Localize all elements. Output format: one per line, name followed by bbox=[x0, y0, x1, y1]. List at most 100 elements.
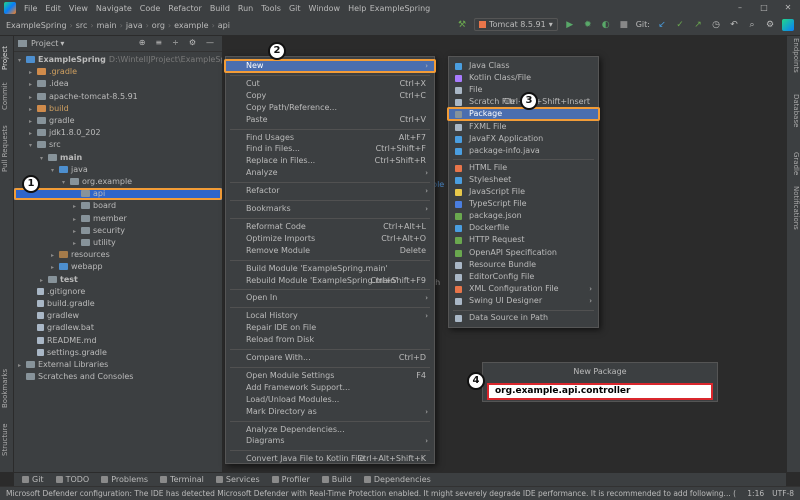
chevron-down-icon[interactable]: ▾ bbox=[29, 140, 37, 152]
tree-item[interactable]: ▸ gradle bbox=[14, 115, 222, 127]
status-message[interactable]: Microsoft Defender configuration: The ID… bbox=[6, 489, 736, 498]
menu-view[interactable]: View bbox=[65, 4, 92, 13]
menu-refactor[interactable]: Refactor bbox=[164, 4, 206, 13]
tool-tab-project[interactable]: Project bbox=[1, 46, 9, 70]
debug-icon[interactable]: ✹ bbox=[582, 19, 594, 31]
tool-window-problems[interactable]: Problems bbox=[101, 475, 148, 484]
menu-item-convert-java-file-to-kotlin-file[interactable]: Convert Java File to Kotlin File Ctrl+Alt… bbox=[226, 453, 434, 465]
menu-item-dockerfile[interactable]: Dockerfile bbox=[449, 222, 598, 234]
gear-icon[interactable]: ⚙ bbox=[189, 38, 196, 47]
stop-icon[interactable]: ■ bbox=[618, 19, 630, 31]
chevron-right-icon[interactable]: ▸ bbox=[29, 92, 37, 104]
menu-item-optimize-imports[interactable]: Optimize Imports Ctrl+Alt+O bbox=[226, 233, 434, 245]
menu-item-html-file[interactable]: HTML File bbox=[449, 162, 598, 174]
menu-item-fxml-file[interactable]: FXML File bbox=[449, 121, 598, 133]
settings-icon[interactable]: ⚙ bbox=[764, 19, 776, 31]
menu-item-stylesheet[interactable]: Stylesheet bbox=[449, 174, 598, 186]
tree-item[interactable]: ▾ org.example bbox=[14, 176, 222, 188]
chevron-right-icon[interactable]: ▸ bbox=[73, 226, 81, 238]
breadcrumb-item[interactable]: java bbox=[124, 21, 145, 30]
tree-item[interactable]: ▸ security bbox=[14, 225, 222, 237]
menu-edit[interactable]: Edit bbox=[41, 4, 65, 13]
chevron-right-icon[interactable]: ▸ bbox=[40, 275, 48, 287]
chevron-down-icon[interactable]: ▾ bbox=[40, 153, 48, 165]
tree-item[interactable]: ▾ src bbox=[14, 139, 222, 151]
tree-item[interactable]: settings.gradle bbox=[14, 347, 222, 359]
chevron-right-icon[interactable]: ▸ bbox=[29, 104, 37, 116]
chevron-down-icon[interactable]: ▾ bbox=[18, 55, 26, 67]
menu-item-local-history[interactable]: Local History › bbox=[226, 310, 434, 322]
menu-item-bookmarks[interactable]: Bookmarks › bbox=[226, 203, 434, 215]
menu-item-refactor[interactable]: Refactor › bbox=[226, 185, 434, 197]
menu-item-reformat-code[interactable]: Reformat Code Ctrl+Alt+L bbox=[226, 221, 434, 233]
breadcrumb-item[interactable]: org bbox=[150, 21, 167, 30]
tree-item[interactable]: ▸ utility bbox=[14, 237, 222, 249]
jetbrains-toolbox-icon[interactable] bbox=[782, 18, 794, 31]
tree-item[interactable]: ▸ test bbox=[14, 274, 222, 286]
tree-item[interactable]: ▾ ExampleSpring D:\WinteIIJProject\Example… bbox=[14, 54, 241, 67]
menu-item-replace-in-files[interactable]: Replace in Files... Ctrl+Shift+R bbox=[226, 155, 434, 167]
menu-item-analyze-dependencies[interactable]: Analyze Dependencies... bbox=[226, 424, 434, 436]
menu-item-reload-from-disk[interactable]: Reload from Disk bbox=[226, 334, 434, 346]
menu-window[interactable]: Window bbox=[305, 4, 345, 13]
chevron-right-icon[interactable]: ▸ bbox=[29, 116, 37, 128]
locate-icon[interactable]: ⊕ bbox=[139, 38, 146, 47]
tree-item[interactable]: ▸ member bbox=[14, 213, 222, 225]
tree-item[interactable]: gradlew.bat bbox=[14, 322, 222, 334]
tool-tab-structure[interactable]: Structure bbox=[1, 423, 9, 456]
tool-tab-notifications[interactable]: Notifications bbox=[792, 186, 800, 230]
tool-window-services[interactable]: Services bbox=[215, 475, 260, 484]
breadcrumb-item[interactable]: src bbox=[74, 21, 90, 30]
coverage-icon[interactable]: ◐ bbox=[600, 19, 612, 31]
tree-item[interactable]: ▸ apache-tomcat-8.5.91 bbox=[14, 91, 222, 103]
menu-item-package-json[interactable]: package.json bbox=[449, 210, 598, 222]
expand-all-icon[interactable]: ≡ bbox=[155, 38, 162, 47]
menu-item-mark-directory-as[interactable]: Mark Directory as › bbox=[226, 406, 434, 418]
menu-build[interactable]: Build bbox=[206, 4, 234, 13]
tool-tab-endpoints[interactable]: Endpoints bbox=[792, 38, 800, 73]
tool-window-terminal[interactable]: Terminal bbox=[160, 475, 204, 484]
minimize-icon[interactable]: – bbox=[728, 0, 752, 16]
menu-tools[interactable]: Tools bbox=[257, 4, 285, 13]
tool-tab-gradle[interactable]: Gradle bbox=[792, 152, 800, 175]
tool-window-dependencies[interactable]: Dependencies bbox=[363, 475, 431, 484]
tree-item[interactable]: .gitignore bbox=[14, 286, 222, 298]
breadcrumb-item[interactable]: main bbox=[95, 21, 119, 30]
menu-item-typescript-file[interactable]: TypeScript File bbox=[449, 198, 598, 210]
menu-item-resource-bundle[interactable]: Resource Bundle bbox=[449, 259, 598, 271]
hammer-icon[interactable]: ⚒ bbox=[456, 19, 468, 31]
menu-item-repair-ide-on-file[interactable]: Repair IDE on File bbox=[226, 322, 434, 334]
maximize-icon[interactable]: □ bbox=[752, 0, 776, 16]
tool-window-build[interactable]: Build bbox=[321, 475, 352, 484]
tree-item[interactable]: gradlew bbox=[14, 310, 222, 322]
menu-item-rebuild-module-examplespring-main[interactable]: Rebuild Module 'ExampleSpring.main' Ctrl+… bbox=[226, 275, 434, 287]
tool-tab-pull-requests[interactable]: Pull Requests bbox=[1, 125, 9, 172]
file-encoding[interactable]: UTF-8 bbox=[772, 489, 794, 498]
menu-help[interactable]: Help bbox=[344, 4, 370, 13]
menu-item-xml-configuration-file[interactable]: XML Configuration File › bbox=[449, 283, 598, 295]
push-icon[interactable]: ↗ bbox=[692, 19, 704, 31]
close-icon[interactable]: ✕ bbox=[776, 0, 800, 16]
menu-item-package[interactable]: Package bbox=[447, 107, 600, 122]
menu-code[interactable]: Code bbox=[136, 4, 164, 13]
tool-window-git[interactable]: Git bbox=[22, 475, 44, 484]
menu-file[interactable]: File bbox=[20, 4, 41, 13]
menu-item-package-info-java[interactable]: package-info.java bbox=[449, 145, 598, 157]
menu-item-java-class[interactable]: Java Class bbox=[449, 60, 598, 72]
menu-item-analyze[interactable]: Analyze › bbox=[226, 167, 434, 179]
breadcrumb-item[interactable]: api bbox=[216, 21, 232, 30]
menu-item-open-module-settings[interactable]: Open Module Settings F4 bbox=[226, 370, 434, 382]
breadcrumb-item[interactable]: example bbox=[172, 21, 210, 30]
chevron-right-icon[interactable]: ▸ bbox=[73, 238, 81, 250]
menu-item-paste[interactable]: Paste Ctrl+V bbox=[226, 114, 434, 126]
breadcrumb-item[interactable]: ExampleSpring bbox=[4, 21, 69, 30]
menu-item-build-module-examplespring-main[interactable]: Build Module 'ExampleSpring.main' bbox=[226, 263, 434, 275]
tree-item[interactable]: ▸ build bbox=[14, 103, 222, 115]
tree-item[interactable]: ▸ board bbox=[14, 200, 222, 212]
tree-item[interactable]: ▸ External Libraries bbox=[14, 359, 222, 371]
chevron-down-icon[interactable]: ▾ bbox=[51, 165, 59, 177]
collapse-all-icon[interactable]: ÷ bbox=[172, 38, 179, 47]
menu-item-new[interactable]: New › bbox=[224, 59, 436, 73]
chevron-right-icon[interactable]: ▸ bbox=[29, 67, 37, 79]
search-icon[interactable]: ⌕ bbox=[746, 19, 758, 31]
